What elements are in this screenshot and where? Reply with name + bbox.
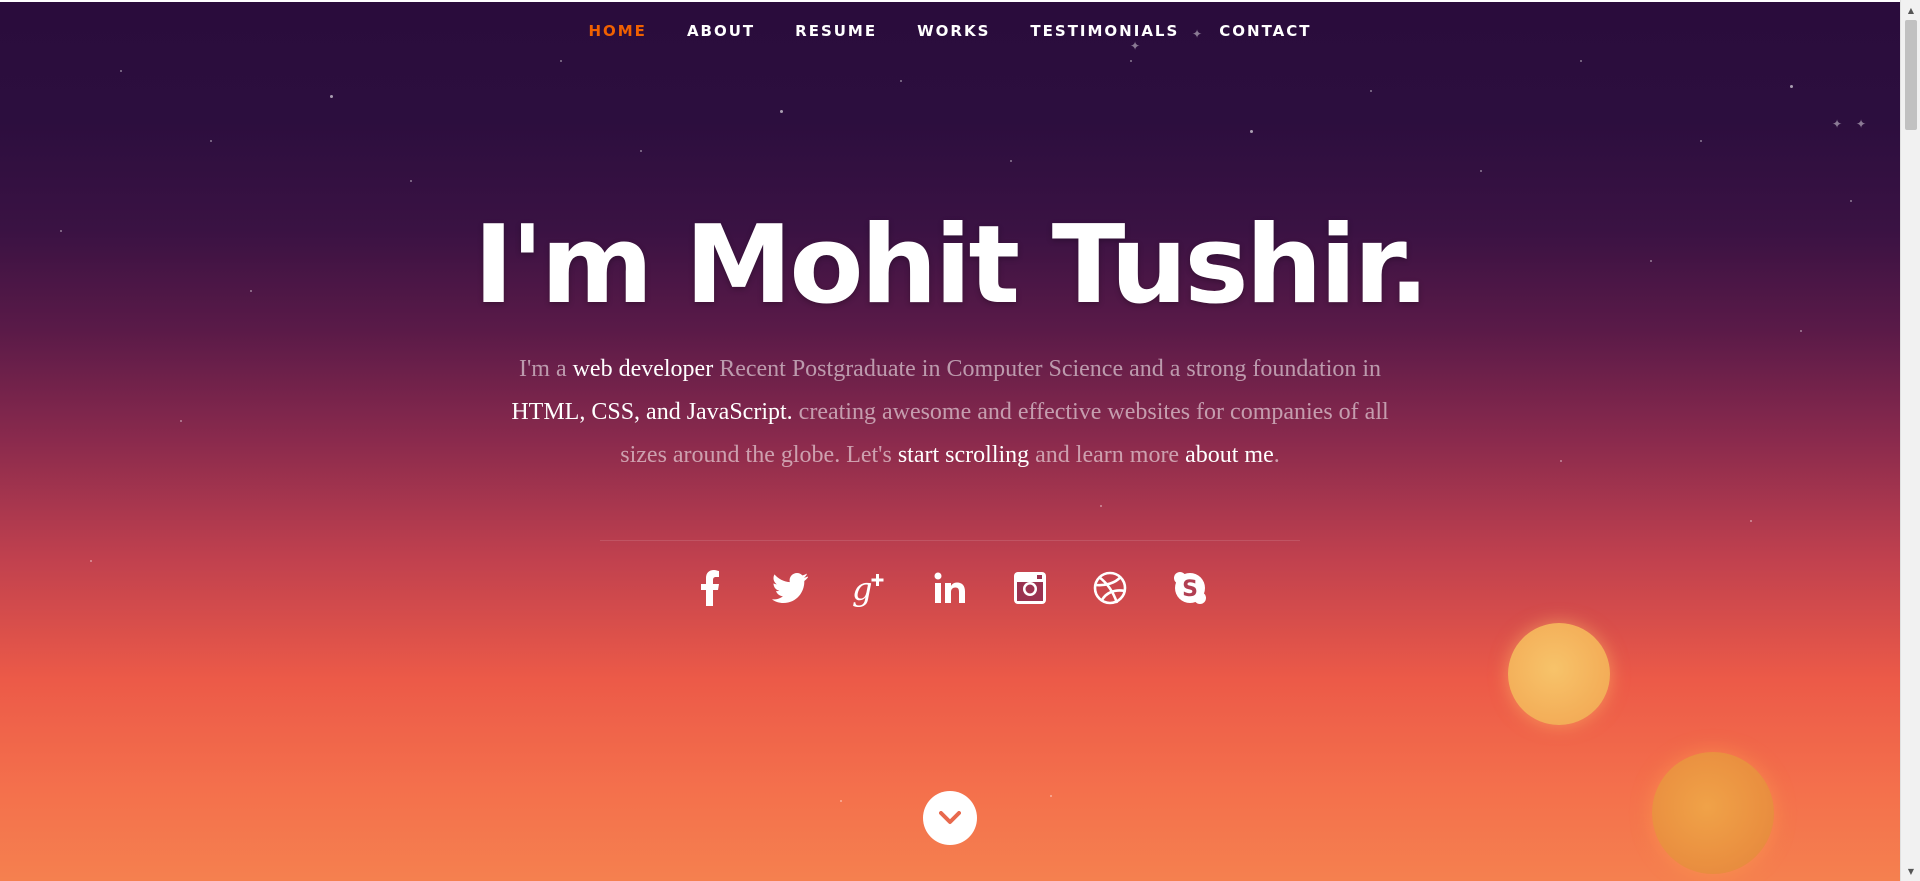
skype-icon[interactable]: S <box>1170 568 1210 608</box>
intro-text: Recent Postgraduate in Computer Science … <box>713 356 1382 382</box>
main-nav: HOME ABOUT RESUME WORKS TESTIMONIALS CON… <box>0 20 1900 42</box>
decorative-sun <box>1652 752 1774 874</box>
decorative-sun <box>1508 623 1610 725</box>
hero-section: ✦ ✦ ✦ ✦ HOME ABOUT RESUME WORKS TESTIMON… <box>0 0 1900 881</box>
top-border <box>0 0 1900 2</box>
svg-text:g: g <box>852 570 872 608</box>
start-scrolling-link[interactable]: start scrolling <box>898 442 1029 468</box>
scroll-up-arrow-icon[interactable]: ▲ <box>1901 2 1920 18</box>
nav-item-resume[interactable]: RESUME <box>775 20 897 42</box>
nav-item-contact[interactable]: CONTACT <box>1199 20 1331 42</box>
twitter-icon[interactable] <box>770 568 810 608</box>
intro-text: I'm a <box>518 356 573 382</box>
intro-text: . <box>1273 442 1280 468</box>
dribbble-icon[interactable] <box>1090 568 1130 608</box>
nav-item-about[interactable]: ABOUT <box>667 20 775 42</box>
social-links: g S <box>0 568 1900 608</box>
facebook-icon[interactable] <box>690 568 730 608</box>
svg-text:S: S <box>1182 577 1198 602</box>
nav-item-home[interactable]: HOME <box>568 20 666 42</box>
intro-text: and learn more <box>1029 442 1186 468</box>
scroll-down-arrow-icon[interactable]: ▼ <box>1901 863 1920 879</box>
about-me-link[interactable]: about me <box>1185 442 1274 468</box>
nav-item-testimonials[interactable]: TESTIMONIALS <box>1010 20 1199 42</box>
instagram-icon[interactable] <box>1010 568 1050 608</box>
scroll-down-button[interactable] <box>923 791 977 845</box>
hero-title: I'm Mohit Tushir. <box>473 203 1430 328</box>
intro-highlight: HTML, CSS, and JavaScript. <box>511 399 793 425</box>
chevron-down-icon <box>939 811 961 824</box>
intro-highlight: web developer <box>572 356 714 382</box>
scrollbar-thumb[interactable] <box>1905 20 1917 130</box>
nav-item-works[interactable]: WORKS <box>897 20 1010 42</box>
hero-divider <box>600 540 1300 541</box>
google-plus-icon[interactable]: g <box>850 568 890 608</box>
linkedin-icon[interactable] <box>930 568 970 608</box>
hero-intro: I'm a web developer Recent Postgraduate … <box>510 348 1390 477</box>
page-scrollbar[interactable]: ▲ ▼ <box>1900 0 1920 881</box>
